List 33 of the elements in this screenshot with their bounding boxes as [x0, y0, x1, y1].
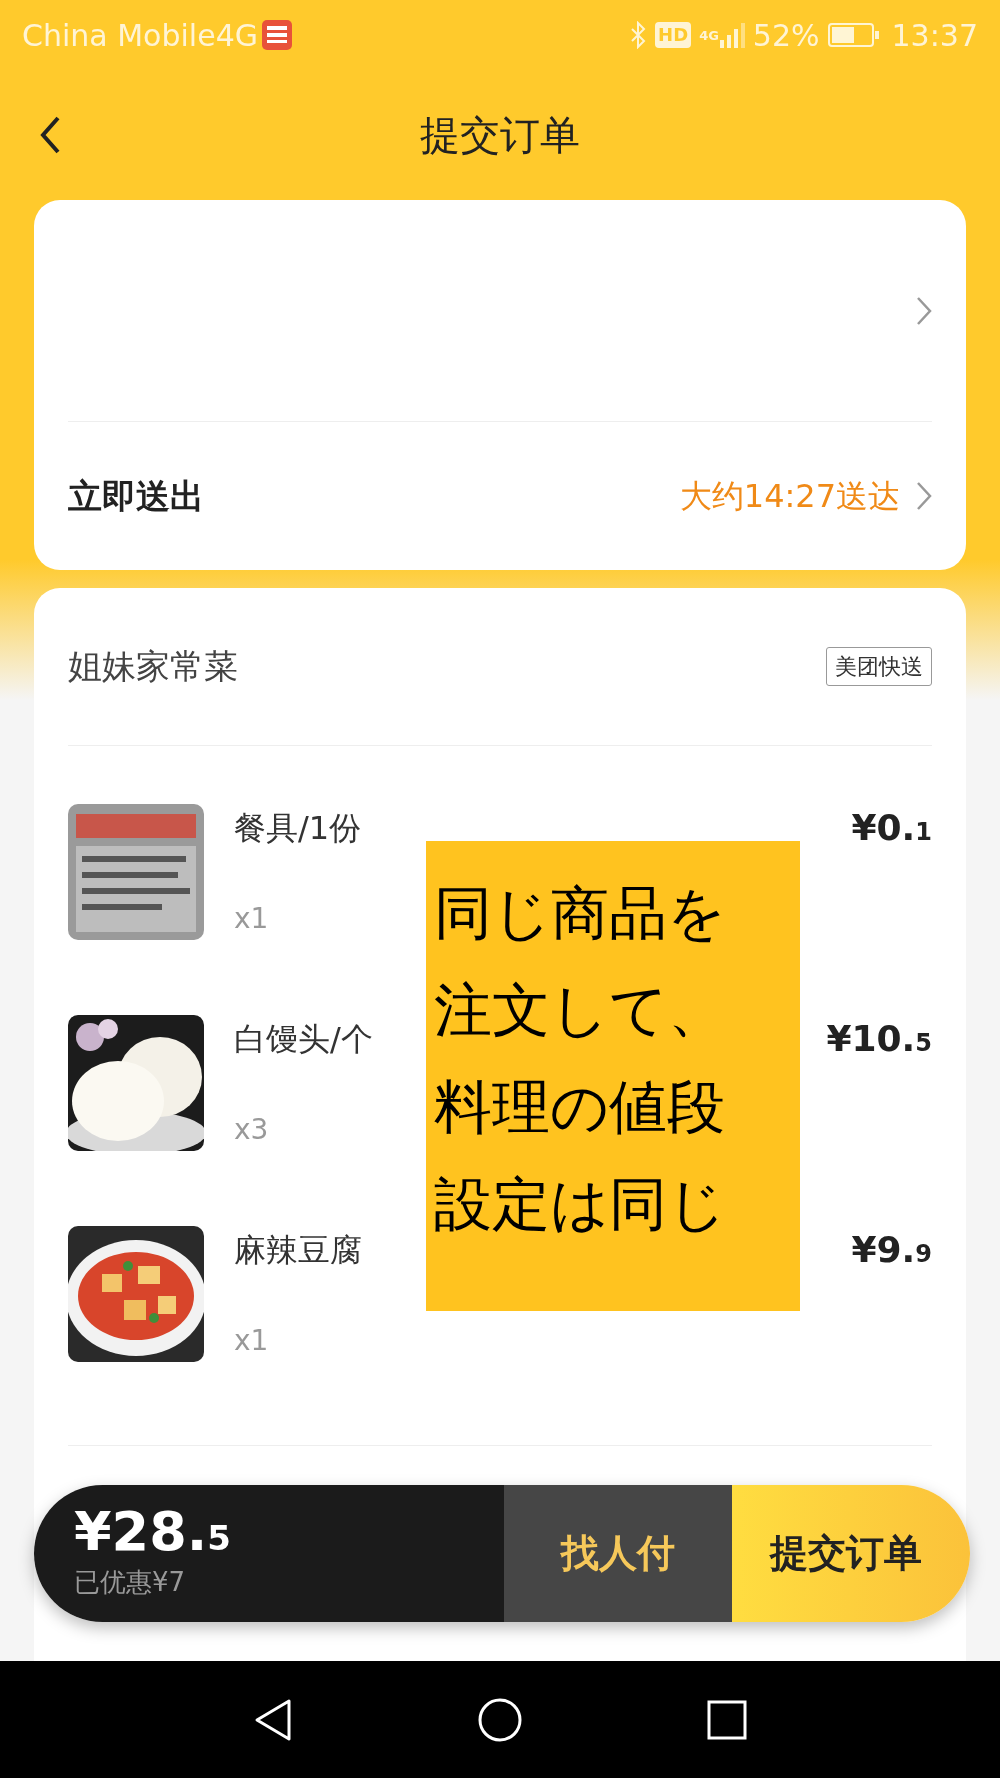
annotation-note: 同じ商品を注文して、料理の値段設定は同じ — [426, 841, 800, 1311]
discount-text: 已优惠¥7 — [74, 1566, 187, 1599]
hd-badge: HD — [655, 22, 692, 48]
item-price: ¥10.5 — [826, 1018, 932, 1059]
triangle-icon — [253, 1697, 294, 1742]
item-name: 白馒头/个 — [234, 1019, 373, 1060]
circle-icon — [477, 1696, 523, 1743]
item-quantity: x1 — [234, 1323, 269, 1359]
item-price: ¥0.1 — [851, 807, 932, 848]
bluetooth-icon — [629, 21, 648, 49]
delivery-label: 立即送出 — [68, 474, 204, 518]
carrier-text: China Mobile4G — [22, 16, 258, 55]
store-name: 姐妹家常菜 — [68, 645, 238, 688]
chevron-left-icon — [39, 115, 61, 155]
square-icon — [706, 1699, 747, 1740]
clock-text: 13:37 — [891, 16, 978, 55]
battery-icon — [827, 23, 880, 47]
chevron-right-icon — [916, 295, 932, 326]
pay-for-me-button[interactable]: 找人付 — [504, 1485, 732, 1622]
signal-icon — [718, 22, 745, 48]
item-quantity: x3 — [234, 1112, 269, 1148]
item-name: 麻辣豆腐 — [234, 1230, 362, 1271]
delivery-tag: 美团快送 — [826, 647, 932, 686]
network-text: 4G — [699, 28, 719, 42]
battery-text: 52% — [752, 16, 820, 55]
total-price: ¥28.5 — [74, 1505, 232, 1559]
item-quantity: x1 — [234, 901, 269, 937]
item-price: ¥9.9 — [851, 1229, 932, 1270]
item-name: 餐具/1份 — [234, 808, 362, 849]
app-notification-icon — [262, 20, 292, 50]
chevron-right-icon — [916, 481, 932, 511]
submit-order-button[interactable]: 提交订单 — [732, 1485, 970, 1622]
page-title: 提交订单 — [420, 111, 580, 160]
